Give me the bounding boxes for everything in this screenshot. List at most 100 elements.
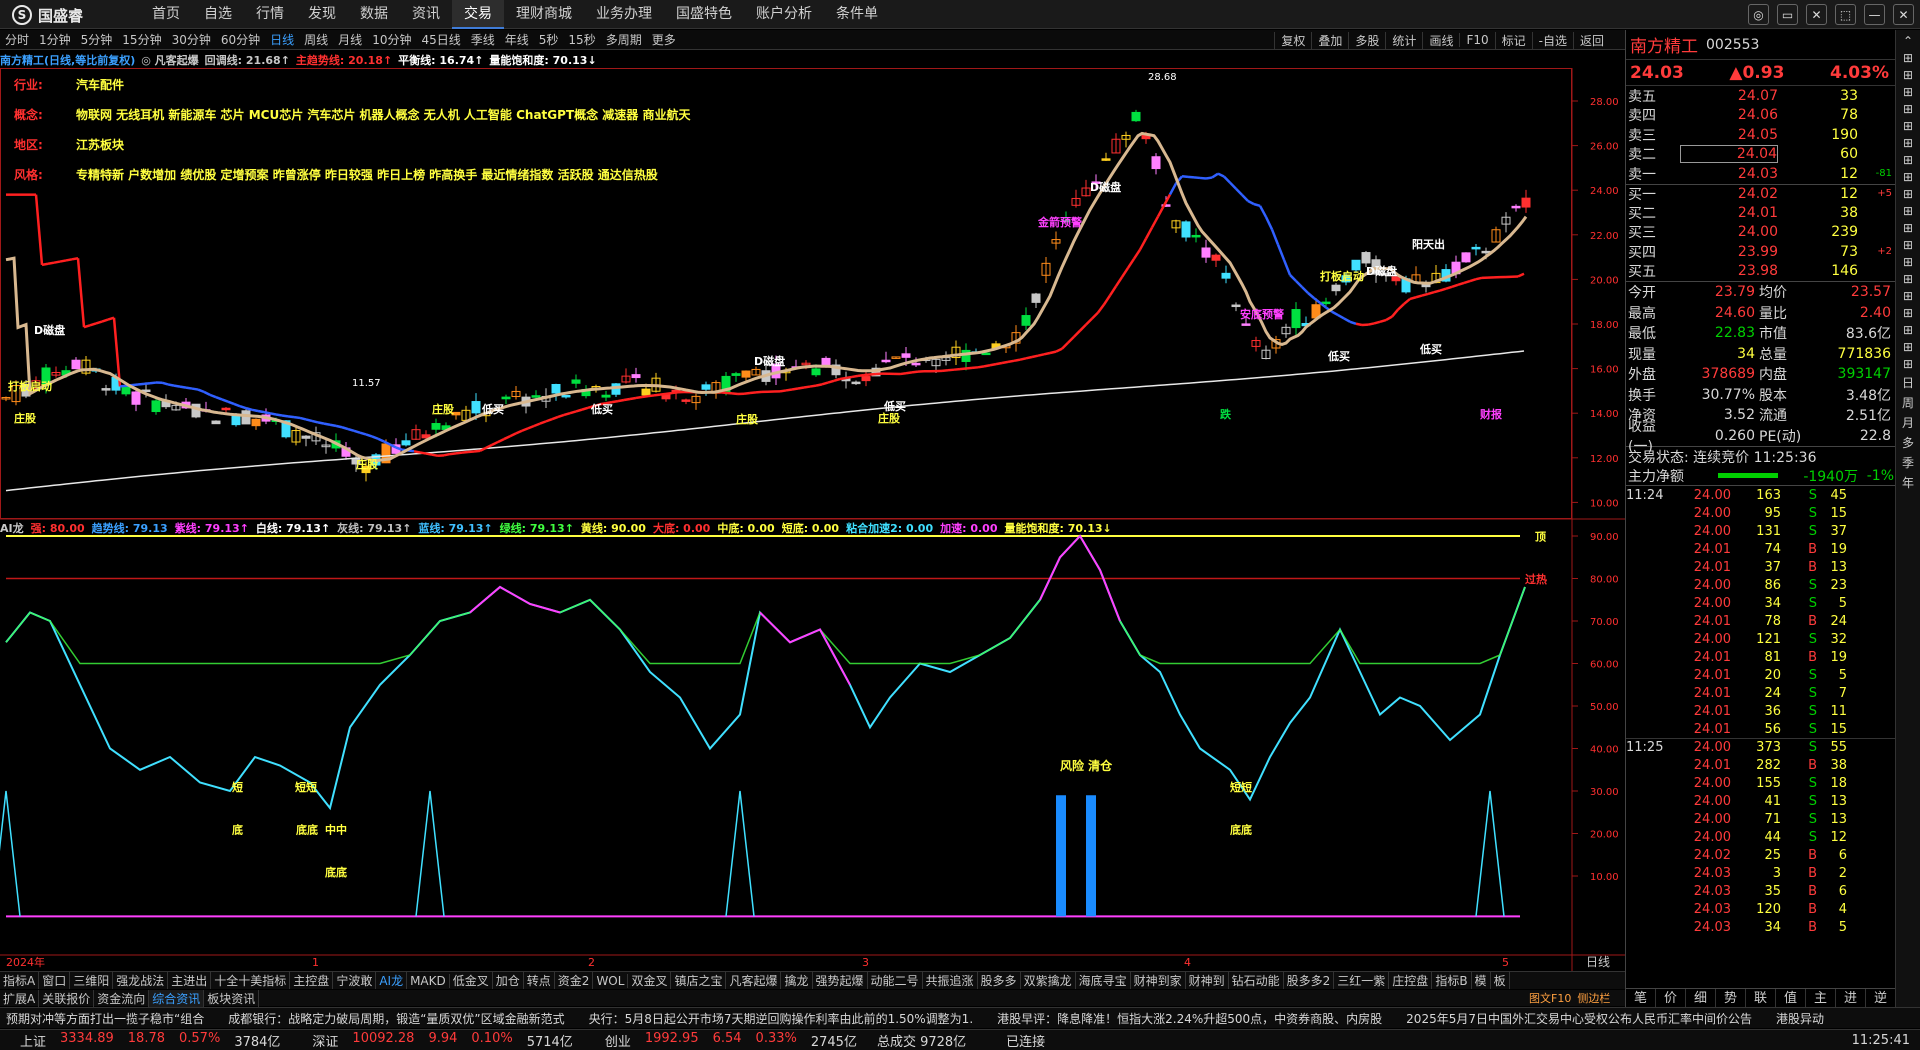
quote-tab-0[interactable]: 笔 (1626, 989, 1656, 1007)
side-tab-icon-0[interactable]: ⌃ (1903, 34, 1913, 48)
extension-tab-4[interactable]: 板块资讯 (204, 989, 260, 1007)
quote-tab-7[interactable]: 进 (1836, 989, 1866, 1007)
menu-11[interactable]: 条件单 (824, 0, 890, 29)
app-logo[interactable]: S 国盛睿 (12, 4, 83, 26)
quote-mode-tab-0[interactable]: 图文F10 (1526, 990, 1574, 1006)
period-7[interactable]: 周线 (299, 31, 333, 48)
period-6[interactable]: 日线 (265, 31, 299, 48)
news-item[interactable]: 港股异动 (1770, 1010, 1842, 1027)
indicator-tab-12[interactable]: 转点 (524, 972, 555, 989)
menu-9[interactable]: 国盛特色 (664, 0, 744, 29)
period-16[interactable]: 更多 (647, 31, 681, 48)
side-tab-icon-1[interactable]: ⊞ (1903, 51, 1913, 65)
quote-tab-6[interactable]: 主 (1806, 989, 1836, 1007)
indicator-tab-20[interactable]: 动能二号 (868, 972, 923, 989)
indicator-tab-19[interactable]: 强势起爆 (813, 972, 868, 989)
index-quote[interactable]: 上证 3334.89 18.78 0.57% 3784亿 (0, 1031, 292, 1050)
period-0[interactable]: 分时 (0, 31, 34, 48)
order-book-row[interactable]: 买四 23.99 73 +2 (1626, 242, 1895, 262)
indicator-tab-24[interactable]: 海底寻宝 (1076, 972, 1131, 989)
indicator-tab-18[interactable]: 擒龙 (781, 972, 813, 989)
indicator-tab-7[interactable]: 宁波敢 (333, 972, 377, 989)
indicator-tab-33[interactable]: 板 (1491, 972, 1510, 989)
side-tab-icon-12[interactable]: ⊞ (1903, 238, 1913, 252)
news-item[interactable]: 央行：5月8日起公开市场7天期逆回购操作利率由此前的1.50%调整为1. (583, 1010, 991, 1027)
period-15[interactable]: 多周期 (601, 31, 647, 48)
news-item[interactable]: 港股早评：降息降准！恒指大涨2.24%升超500点，中资券商股、内房股 (991, 1010, 1400, 1027)
indicator-tab-21[interactable]: 共振追涨 (923, 972, 978, 989)
side-tab-icon-21[interactable]: 周 (1902, 394, 1914, 411)
period-11[interactable]: 季线 (466, 31, 500, 48)
period-14[interactable]: 15秒 (563, 31, 600, 48)
menu-5[interactable]: 资讯 (400, 0, 452, 29)
news-item[interactable]: 成都银行：战略定力破局周期，锻造“量质双优”区域金融新范式 (222, 1010, 582, 1027)
side-tab-icon-3[interactable]: ⊞ (1903, 85, 1913, 99)
side-tab-icon-23[interactable]: 多 (1902, 434, 1914, 451)
period-5[interactable]: 60分钟 (216, 31, 265, 48)
indicator-tab-4[interactable]: 主进出 (168, 972, 212, 989)
menu-6[interactable]: 交易 (452, 0, 504, 29)
menu-10[interactable]: 账户分析 (744, 0, 824, 29)
menu-0[interactable]: 首页 (140, 0, 192, 29)
index-quote[interactable]: 创业 1992.95 6.54 0.33% 2745亿 (585, 1031, 869, 1050)
menu-2[interactable]: 行情 (244, 0, 296, 29)
quote-tab-2[interactable]: 细 (1686, 989, 1716, 1007)
indicator-tab-11[interactable]: 加仓 (493, 972, 524, 989)
side-tab-icon-5[interactable]: ⊞ (1903, 119, 1913, 133)
indicator-tab-15[interactable]: 双金叉 (628, 972, 672, 989)
tick-list[interactable]: 11:24 24.00 163 S 45 24.00 95 S 15 24.00 131 S 37 24.… (1626, 486, 1895, 936)
side-tab-icon-8[interactable]: ⊞ (1903, 170, 1913, 184)
indicator-tab-5[interactable]: 十全十美指标 (211, 972, 291, 989)
order-book-row[interactable]: 卖二 24.04 60 (1626, 145, 1895, 165)
window-button-icon-2[interactable]: ✕ (1806, 4, 1827, 25)
side-tab-icon-24[interactable]: 季 (1902, 454, 1914, 471)
quote-tab-3[interactable]: 势 (1716, 989, 1746, 1007)
order-book-row[interactable]: 卖一 24.03 12 -81 (1626, 164, 1895, 184)
tool-1[interactable]: 叠加 (1311, 31, 1348, 49)
indicator-tab-3[interactable]: 强龙战法 (113, 972, 169, 989)
period-4[interactable]: 30分钟 (167, 31, 216, 48)
side-tab-icon-20[interactable]: 日 (1902, 374, 1914, 391)
tool-2[interactable]: 多股 (1348, 31, 1385, 49)
indicator-tab-2[interactable]: 三维阳 (70, 972, 114, 989)
indicator-tab-16[interactable]: 镇店之宝 (671, 972, 727, 989)
side-tab-icon-14[interactable]: ⊞ (1903, 272, 1913, 286)
quote-tab-1[interactable]: 价 (1656, 989, 1686, 1007)
order-book-row[interactable]: 买三 24.00 239 (1626, 223, 1895, 243)
news-ticker[interactable]: 预期对冲等方面打出一揽子稳市“组合 成都银行：战略定力破局周期，锻造“量质双优”区… (0, 1007, 1920, 1028)
period-12[interactable]: 年线 (500, 31, 534, 48)
indicator-tab-31[interactable]: 指标B (1432, 972, 1472, 989)
side-tab-icon-11[interactable]: ⊞ (1903, 221, 1913, 235)
order-book-row[interactable]: 卖五 24.07 33 (1626, 86, 1895, 106)
indicator-tab-27[interactable]: 钻石动能 (1229, 972, 1284, 989)
indicator-tab-30[interactable]: 庄控盘 (1389, 972, 1433, 989)
indicator-tab-32[interactable]: 模 (1472, 972, 1491, 989)
side-tab-icon-10[interactable]: ⊞ (1903, 204, 1913, 218)
side-tab-icon-15[interactable]: ⊞ (1903, 289, 1913, 303)
indicator-tab-8[interactable]: AI龙 (376, 972, 408, 989)
side-tab-icon-19[interactable]: ⊞ (1903, 357, 1913, 371)
tool-6[interactable]: 标记 (1494, 31, 1532, 49)
menu-7[interactable]: 理财商城 (504, 0, 584, 29)
period-13[interactable]: 5秒 (534, 31, 564, 48)
window-button-icon-3[interactable]: ⬚ (1835, 4, 1856, 25)
tool-7[interactable]: -自选 (1531, 31, 1573, 49)
tool-3[interactable]: 统计 (1385, 31, 1422, 49)
news-item[interactable]: 预期对冲等方面打出一揽子稳市“组合 (0, 1010, 222, 1027)
period-9[interactable]: 10分钟 (367, 31, 416, 48)
side-tab-icon-25[interactable]: 年 (1902, 474, 1914, 491)
news-item[interactable]: 2025年5月7日中国外汇交易中心受权公布人民币汇率中间价公告 (1400, 1010, 1770, 1027)
order-book-row[interactable]: 买二 24.01 38 (1626, 203, 1895, 223)
period-3[interactable]: 15分钟 (117, 31, 166, 48)
side-tab-icon-7[interactable]: ⊞ (1903, 153, 1913, 167)
menu-3[interactable]: 发现 (296, 0, 348, 29)
window-button-icon-1[interactable]: ▭ (1777, 4, 1798, 25)
quote-tab-4[interactable]: 联 (1746, 989, 1776, 1007)
quote-tab-5[interactable]: 值 (1776, 989, 1806, 1007)
side-tab-icon-4[interactable]: ⊞ (1903, 102, 1913, 116)
indicator-tab-25[interactable]: 财神到家 (1131, 972, 1186, 989)
period-10[interactable]: 45日线 (416, 31, 465, 48)
indicator-tab-9[interactable]: MAKD (407, 973, 450, 988)
quote-mode-tab-1[interactable]: 侧边栏 (1574, 990, 1613, 1006)
indicator-tab-28[interactable]: 股多多2 (1284, 972, 1335, 989)
